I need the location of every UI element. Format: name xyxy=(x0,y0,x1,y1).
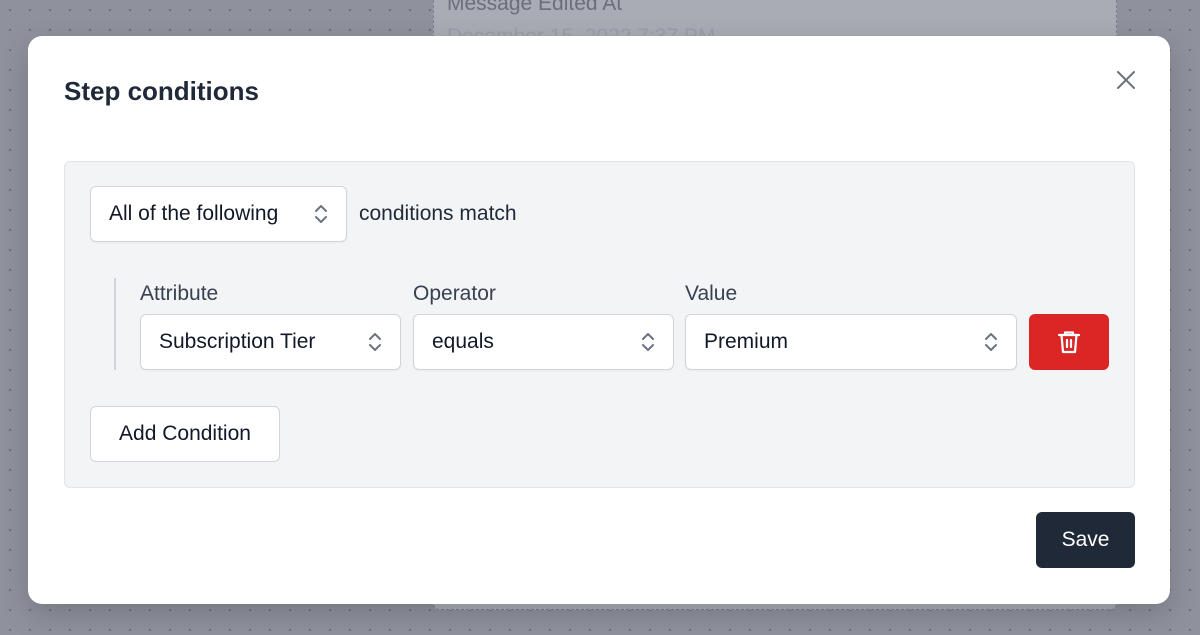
close-button[interactable] xyxy=(1112,66,1140,94)
trash-icon xyxy=(1058,331,1080,354)
operator-select-value: equals xyxy=(432,330,494,353)
value-select-value: Premium xyxy=(704,330,789,353)
value-select[interactable]: Premium xyxy=(685,314,1017,370)
operator-label: Operator xyxy=(413,282,496,305)
attribute-select[interactable]: Subscription Tier xyxy=(140,314,401,370)
match-mode-value: All of the following xyxy=(109,202,279,225)
conditions-panel: All of the following conditions match At… xyxy=(64,161,1135,488)
operator-select[interactable]: equals xyxy=(413,314,674,370)
step-conditions-modal: Step conditions All of the following con… xyxy=(28,36,1170,604)
match-mode-select[interactable]: All of the following xyxy=(90,186,347,242)
chevron-up-down-icon xyxy=(985,333,997,351)
chevron-up-down-icon xyxy=(369,333,381,351)
modal-title: Step conditions xyxy=(64,76,259,106)
chevron-up-down-icon xyxy=(315,205,327,223)
chevron-up-down-icon xyxy=(642,333,654,351)
close-icon xyxy=(1117,71,1135,89)
background-label: Message Edited At xyxy=(447,0,623,15)
attribute-select-value: Subscription Tier xyxy=(159,330,316,353)
value-label: Value xyxy=(685,282,738,305)
match-suffix-text: conditions match xyxy=(359,202,517,225)
delete-condition-button[interactable] xyxy=(1029,314,1109,370)
add-condition-button[interactable]: Add Condition xyxy=(90,406,280,462)
attribute-label: Attribute xyxy=(140,282,219,305)
save-button[interactable]: Save xyxy=(1036,512,1135,568)
condition-group-bar xyxy=(114,278,116,370)
